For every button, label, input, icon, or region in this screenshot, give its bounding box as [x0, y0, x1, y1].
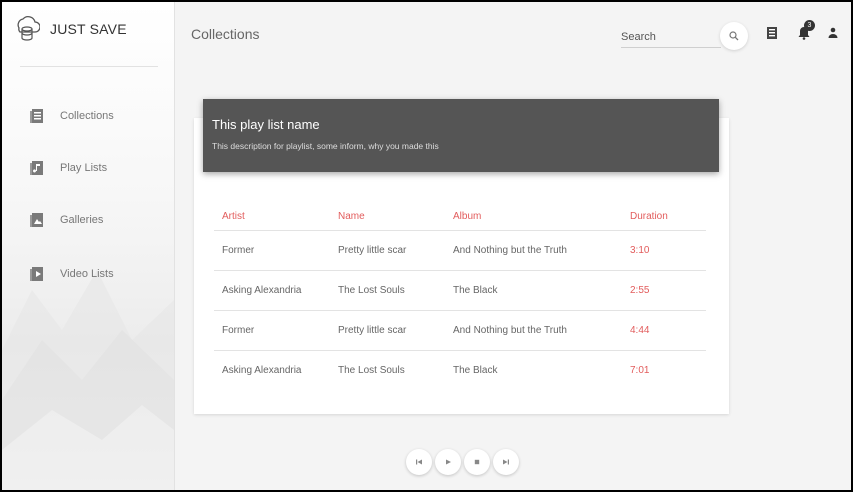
cell-album: The Black	[453, 365, 498, 376]
cell-artist: Asking Alexandria	[214, 270, 330, 311]
previous-icon	[416, 459, 422, 465]
gallery-icon	[30, 213, 43, 227]
sidebar-item-galleries[interactable]: Galleries	[30, 212, 103, 228]
previous-button[interactable]	[406, 449, 432, 475]
search-button[interactable]	[720, 22, 748, 50]
cell-duration: 4:44	[622, 310, 706, 351]
search-icon	[729, 31, 739, 41]
play-icon	[446, 459, 451, 465]
sidebar-item-video-lists[interactable]: Video Lists	[30, 266, 114, 282]
cell-album: And Nothing but the Truth	[445, 230, 622, 271]
stop-icon	[474, 459, 480, 465]
cell-name: Pretty little scar	[330, 310, 445, 351]
cell-duration: 7:01	[630, 365, 650, 376]
cell-album: And Nothing but the Truth	[445, 310, 622, 351]
table-row[interactable]: Asking Alexandria The Lost Souls The Bla…	[214, 270, 706, 311]
cell-name: The Lost Souls	[330, 270, 445, 311]
next-button[interactable]	[493, 449, 519, 475]
notifications-button[interactable]: 3	[798, 20, 815, 45]
column-header-artist[interactable]: Artist	[214, 202, 330, 231]
cell-name: Pretty little scar	[330, 230, 445, 271]
table-header-row: Artist Name Album Duration	[214, 202, 706, 231]
cell-artist: Asking Alexandria	[222, 365, 302, 376]
playlist-icon	[30, 161, 43, 175]
column-header-duration[interactable]: Duration	[622, 202, 706, 231]
tracks-table: Artist Name Album Duration Former Pretty…	[214, 202, 706, 390]
table-row[interactable]: Former Pretty little scar And Nothing bu…	[214, 310, 706, 351]
sidebar-item-play-lists[interactable]: Play Lists	[30, 160, 107, 176]
page-title: Collections	[191, 26, 260, 42]
cell-artist: Former	[214, 310, 330, 351]
sidebar-divider	[20, 66, 158, 67]
sidebar-item-collections[interactable]: Collections	[30, 108, 114, 124]
column-header-album[interactable]: Album	[445, 202, 622, 231]
cell-name: The Lost Souls	[338, 365, 405, 376]
playlist-name: This play list name	[212, 117, 320, 132]
playlist-header: This play list name This description for…	[203, 99, 719, 172]
cell-duration: 3:10	[622, 230, 706, 271]
cloud-database-icon	[17, 16, 40, 41]
app-name: JUST SAVE	[50, 21, 127, 37]
search-input[interactable]	[621, 27, 721, 48]
sidebar-item-label: Play Lists	[60, 162, 108, 174]
brand[interactable]: JUST SAVE	[14, 14, 127, 44]
app-window: JUST SAVE Collections Play Lists Galleri…	[0, 0, 853, 492]
sidebar-item-label: Video Lists	[60, 268, 114, 280]
sidebar: JUST SAVE Collections Play Lists Galleri…	[2, 2, 175, 490]
collection-icon	[30, 109, 43, 123]
library-button[interactable]	[766, 26, 778, 45]
next-icon	[503, 459, 509, 465]
user-icon	[828, 27, 838, 38]
player-controls	[406, 449, 522, 475]
playlist-description: This description for playlist, some info…	[212, 141, 439, 151]
user-menu-button[interactable]	[828, 26, 838, 44]
cell-album: The Black	[445, 270, 622, 311]
library-icon	[767, 27, 777, 39]
play-button[interactable]	[435, 449, 461, 475]
cell-artist: Former	[214, 230, 330, 271]
table-row[interactable]: Asking Alexandria The Lost Souls The Bla…	[214, 351, 706, 391]
sidebar-item-label: Galleries	[60, 214, 104, 226]
notification-badge: 3	[804, 20, 815, 31]
video-icon	[30, 267, 43, 281]
top-bar: Collections 3	[175, 2, 851, 68]
cell-duration: 2:55	[622, 270, 706, 311]
column-header-name[interactable]: Name	[330, 202, 445, 231]
sidebar-item-label: Collections	[60, 110, 114, 122]
stop-button[interactable]	[464, 449, 490, 475]
table-row[interactable]: Former Pretty little scar And Nothing bu…	[214, 230, 706, 271]
